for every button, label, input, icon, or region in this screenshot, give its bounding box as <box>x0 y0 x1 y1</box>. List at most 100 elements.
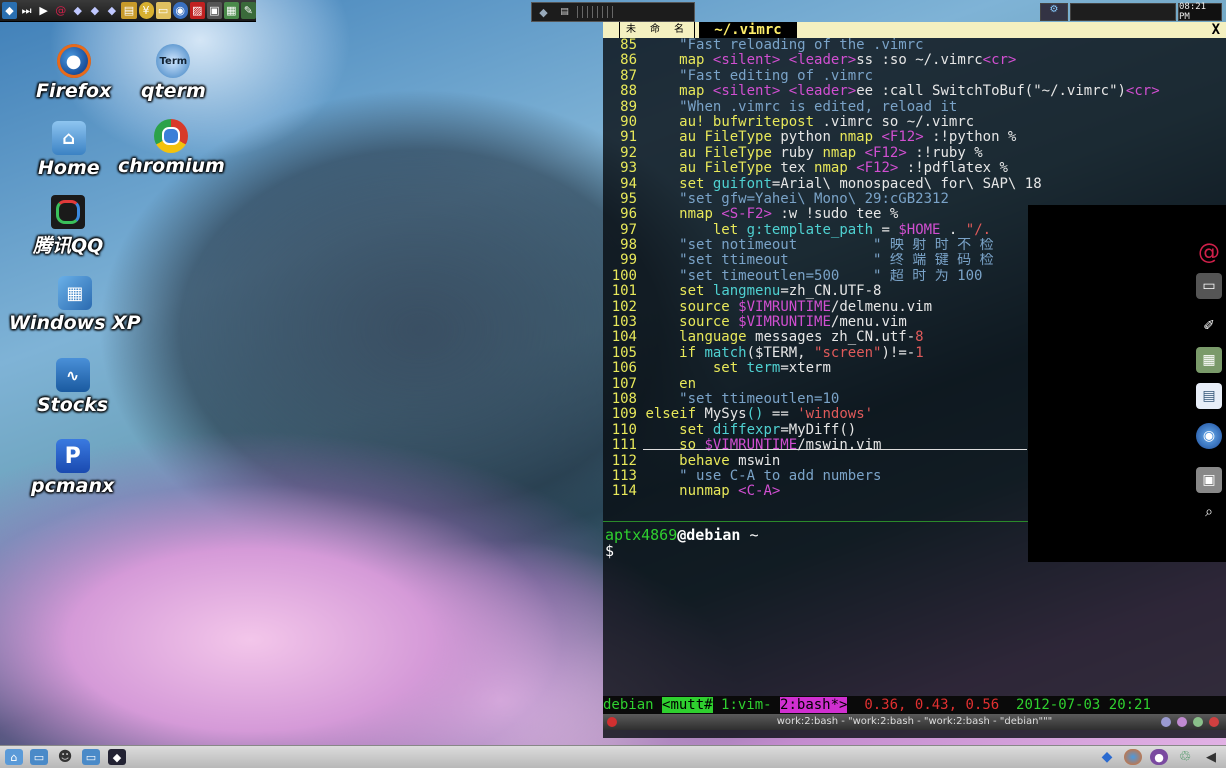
debian-swirl-icon[interactable]: @ <box>53 2 68 19</box>
code-token: so <box>679 438 697 454</box>
globe-icon[interactable]: ◉ <box>1196 423 1222 449</box>
debian-logo-icon[interactable]: @ <box>1196 239 1222 265</box>
web-browser-icon[interactable]: ◉ <box>172 2 188 19</box>
desktop-icon-stocks[interactable]: ∿ Stocks <box>37 358 108 416</box>
screen-status-line: debian <mutt# 1:vim- 2:bash*> 0.36, 0.43… <box>603 696 1226 714</box>
shell-pane[interactable]: aptx4869@debian ~ $ <box>605 527 759 559</box>
desktop-icon-windows-xp[interactable]: ▦ Windows XP <box>9 276 141 334</box>
line-number: 89 <box>620 99 637 115</box>
code-token: = <box>873 222 899 238</box>
people-icon[interactable]: ☻ <box>56 749 74 765</box>
code-token: MySys <box>704 407 747 423</box>
desktop-icon-label: Windows XP <box>9 312 141 334</box>
vim-line[interactable]: 91 au FileType python nmap <F12> :!pytho… <box>603 130 1226 145</box>
vim-line[interactable]: 88 map <silent> <leader>ee :call SwitchT… <box>603 84 1226 99</box>
volume-icon[interactable]: ◀ <box>1202 749 1220 765</box>
home-icon[interactable]: ⌂ <box>5 749 23 765</box>
code-token: map <box>679 53 705 69</box>
line-number: 88 <box>620 84 637 100</box>
coin-icon[interactable]: ¥ <box>138 2 154 19</box>
package-icon[interactable]: ▣ <box>1196 467 1222 493</box>
line-number: 93 <box>620 161 637 177</box>
vim-line[interactable]: 89 "When .vimrc is edited, reload it <box>603 100 1226 115</box>
code-token: set <box>679 284 705 300</box>
code-token: <F12> <box>856 161 899 177</box>
calculator-icon[interactable]: ▦ <box>1196 347 1222 373</box>
tab-close-button[interactable]: X <box>1212 22 1220 38</box>
gimp-icon[interactable]: ✐ <box>1196 313 1222 339</box>
close-window-icon[interactable] <box>1209 717 1219 727</box>
vim-line[interactable]: 87 "Fast editing of .vimrc <box>603 69 1226 84</box>
desktop-icon-firefox[interactable]: ● Firefox <box>36 44 111 102</box>
minimize-icon[interactable] <box>1177 717 1187 727</box>
code-token: <cr> <box>1125 84 1160 100</box>
screenshot-icon[interactable]: ▣ <box>206 2 222 19</box>
desktop-icon-home[interactable]: ⌂ Home <box>38 121 100 179</box>
line-number: 101 <box>611 284 637 300</box>
play-icon[interactable]: ▶ <box>36 2 51 19</box>
tray-network-icon[interactable]: ⚙ <box>1040 3 1068 21</box>
desktop-icon-qterm[interactable]: Term qterm <box>141 44 206 102</box>
monitor-icon[interactable]: ▭ <box>1196 273 1222 299</box>
folder-icon[interactable]: ▭ <box>155 2 171 19</box>
editor-icon[interactable]: ✎ <box>240 2 256 19</box>
qq-icon <box>51 195 86 229</box>
desktop-icon-chromium[interactable]: chromium <box>118 119 225 177</box>
status-tab-bash[interactable]: 2:bash*> <box>780 697 848 713</box>
menu-diamond-icon[interactable]: ◆ <box>2 2 18 19</box>
tab-unnamed[interactable]: 未 命 名 <box>619 22 695 38</box>
document-icon[interactable]: ▤ <box>1196 383 1222 409</box>
pager-separator <box>587 6 588 18</box>
workspace-diamond-icon-3[interactable]: ◆ <box>104 2 119 19</box>
desktop-icon-qq[interactable]: 腾讯QQ <box>33 195 103 258</box>
folder-icon[interactable]: ▭ <box>30 749 48 765</box>
folder-icon-2[interactable]: ▭ <box>82 749 100 765</box>
vim-line[interactable]: 85 "Fast reloading of the .vimrc <box>603 38 1226 53</box>
dropbox-icon[interactable]: ◆ <box>1098 749 1116 765</box>
window-titlebar[interactable]: work:2:bash - "work:2:bash - "work:2:bas… <box>603 714 1226 730</box>
desktop-icon-pcmanx[interactable]: P pcmanx <box>31 439 114 497</box>
image-viewer-icon[interactable]: ▦ <box>223 2 239 19</box>
network-icon[interactable]: ♲ <box>1176 749 1194 765</box>
code-token: =MyDiff() <box>780 422 857 438</box>
maximize-icon[interactable] <box>1193 717 1203 727</box>
chromium-icon <box>154 119 189 153</box>
code-token: "set timeoutlen=500 " 超 时 为 100 <box>645 268 983 284</box>
vim-line[interactable]: 92 au FileType ruby nmap <F12> :!ruby % <box>603 146 1226 161</box>
skip-forward-icon[interactable]: ⏭ <box>19 2 34 19</box>
code-token: match <box>704 345 747 361</box>
pager-diamond-icon[interactable]: ◆ <box>535 4 552 21</box>
desktop-icon-label: chromium <box>118 155 225 177</box>
code-token: "Fast reloading of the .vimrc <box>645 38 924 53</box>
vim-line[interactable]: 93 au FileType tex nmap <F12> :!pdflatex… <box>603 161 1226 176</box>
vim-line[interactable]: 94 set guifont=Arial\ monospaced\ for\ S… <box>603 177 1226 192</box>
tab-vimrc[interactable]: ~/.vimrc <box>699 22 797 38</box>
code-token: ss :so ~/.vimrc <box>856 53 983 69</box>
line-number: 103 <box>611 315 637 331</box>
pcmanx-icon: P <box>55 439 90 473</box>
shade-icon[interactable] <box>1161 717 1171 727</box>
code-token: <silent> <box>712 53 781 69</box>
clock[interactable]: 08:21 PM <box>1178 2 1222 22</box>
workspace-diamond-icon[interactable]: ◆ <box>70 2 85 19</box>
vim-line[interactable]: 90 au! bufwritepost .vimrc so ~/.vimrc <box>603 115 1226 130</box>
status-tab-vim[interactable]: 1:vim- <box>713 697 780 713</box>
pdf-reader-icon[interactable]: ▨ <box>189 2 205 19</box>
window-thumb-icon[interactable]: ▤ <box>556 4 573 21</box>
vim-line[interactable]: 86 map <silent> <leader>ss :so ~/.vimrc<… <box>603 53 1226 68</box>
code-token: bufwritepost <box>712 114 815 130</box>
prompt-dollar: $ <box>605 542 615 560</box>
code-token: =zh_CN.UTF-8 <box>780 284 882 300</box>
search-icon[interactable]: ⌕ <box>1196 499 1222 525</box>
line-number: 102 <box>611 299 637 315</box>
status-tab-mutt[interactable]: <mutt# <box>662 697 713 713</box>
firefox-tray-icon[interactable] <box>1124 749 1142 765</box>
wallpaper-icon[interactable]: ◆ <box>108 749 126 765</box>
workspace-diamond-icon-2[interactable]: ◆ <box>87 2 102 19</box>
archive-icon[interactable]: ▤ <box>121 2 137 19</box>
pidgin-icon[interactable]: ● <box>1150 749 1168 765</box>
